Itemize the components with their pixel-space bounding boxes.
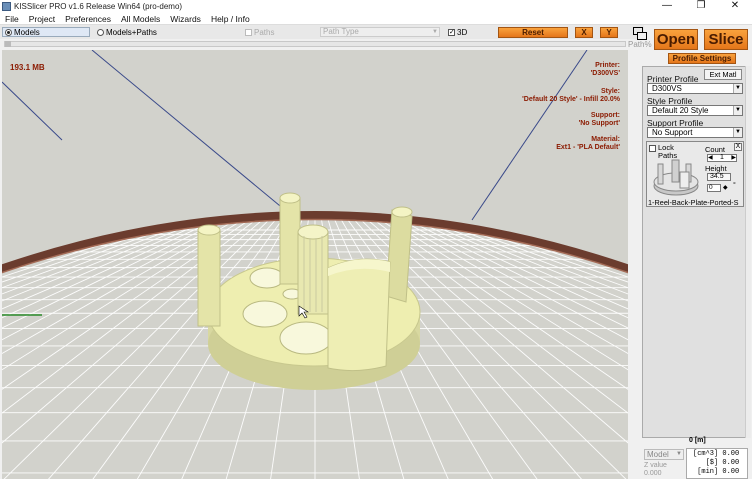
ext-matl-button[interactable]: Ext Matl (704, 69, 742, 80)
open-button[interactable]: Open (654, 29, 698, 50)
menu-help-info[interactable]: Help / Info (206, 14, 255, 24)
model-name: 1-Reel-Back-Plate-Ported-S (648, 198, 739, 207)
printer-profile-dropdown[interactable]: D300VS ▼ (647, 83, 743, 94)
decrement-icon[interactable]: ◀ (708, 155, 713, 161)
support-profile-dropdown[interactable]: No Support ▼ (647, 127, 743, 138)
z-value: 0.000 (644, 470, 662, 477)
model-dropdown-value: Model (647, 450, 669, 459)
style-profile-value: Default 20 Style (652, 106, 709, 115)
memory-readout: 193.1 MB (10, 63, 45, 72)
models-paths-radio[interactable]: Models+Paths (97, 27, 157, 37)
3d-scene (2, 50, 628, 479)
3d-viewport[interactable]: 193.1 MB Printer: 'D300VS' Style: 'Defau… (2, 50, 628, 479)
checkbox-icon (649, 145, 656, 152)
restore-button[interactable]: ❐ (684, 0, 718, 13)
menu-bar: File Project Preferences All Models Wiza… (0, 13, 752, 25)
printer-profile-value: D300VS (652, 84, 682, 93)
model-dropdown[interactable]: Model ▼ (644, 449, 684, 460)
rotation-spinner-icon[interactable]: ◆ (723, 184, 728, 191)
count-value: 1 (720, 154, 724, 161)
menu-file[interactable]: File (0, 14, 24, 24)
view-toolbar: Models Models+Paths Paths Path Type ▼ ✓ … (0, 25, 644, 39)
window-controls: — ❐ ✕ (650, 0, 752, 13)
style-header: Style: (600, 88, 620, 95)
reset-button[interactable]: Reset (498, 27, 568, 38)
increment-icon[interactable]: ▶ (731, 155, 736, 161)
z-value-display: Z value 0.000 (644, 462, 667, 478)
stat-volume: [cm^3] 0.00 (693, 450, 740, 458)
chevron-down-icon: ▼ (676, 451, 682, 457)
model-thumbnail[interactable] (650, 154, 702, 198)
panel-scrollbar[interactable] (745, 66, 751, 438)
slider-thumb[interactable] (5, 41, 11, 47)
menu-wizards[interactable]: Wizards (165, 14, 206, 24)
three-d-checkbox[interactable]: ✓ 3D (448, 27, 467, 37)
app-icon (2, 2, 11, 11)
window-layout-icon[interactable] (633, 27, 647, 41)
chevron-down-icon: ▼ (432, 29, 438, 35)
slice-stats: [cm^3] 0.00 [$] 0.00 [min] 0.00 (686, 448, 748, 479)
y-view-button[interactable]: Y (600, 27, 618, 38)
count-label: Count (705, 145, 726, 154)
profile-panel: Ext Matl Printer Profile D300VS ▼ Style … (642, 66, 746, 438)
printer-header: Printer: (595, 62, 620, 69)
checkbox-icon (245, 28, 252, 36)
stat-time: [min] 0.00 (693, 468, 740, 476)
three-d-label: 3D (457, 27, 468, 37)
x-view-button[interactable]: X (575, 27, 593, 38)
path-percent-slider[interactable] (4, 41, 626, 47)
models-paths-radio-label: Models+Paths (106, 27, 157, 37)
chevron-down-icon: ▼ (733, 84, 742, 93)
path-type-dropdown[interactable]: Path Type ▼ (320, 27, 440, 37)
material-value: Ext1 - 'PLA Default' (556, 144, 620, 151)
paths-checkbox[interactable]: Paths (245, 27, 274, 37)
material-header: Material: (591, 136, 620, 143)
height-label: Height (705, 164, 727, 173)
style-profile-dropdown[interactable]: Default 20 Style ▼ (647, 105, 743, 116)
radio-unselected-icon (97, 28, 104, 36)
window-title: KISSlicer PRO v1.6 Release Win64 (pro-de… (14, 2, 183, 11)
close-button[interactable]: ✕ (718, 0, 752, 13)
position-readout: 0 [m] (689, 437, 706, 444)
profile-settings-button[interactable]: Profile Settings (668, 53, 736, 64)
slice-button[interactable]: Slice (704, 29, 748, 50)
paths-checkbox-label: Paths (254, 27, 275, 37)
height-field[interactable]: 34.5 (707, 173, 731, 181)
checkbox-checked-icon: ✓ (448, 28, 455, 36)
title-bar: KISSlicer PRO v1.6 Release Win64 (pro-de… (0, 0, 752, 13)
support-profile-value: No Support (652, 128, 693, 137)
support-header: Support: (590, 112, 620, 119)
remove-model-button[interactable]: X (734, 143, 742, 151)
support-value: 'No Support' (578, 120, 620, 127)
degree-symbol: ° (733, 182, 736, 189)
menu-preferences[interactable]: Preferences (60, 14, 116, 24)
path-type-placeholder: Path Type (323, 27, 359, 36)
path-percent-label: Path% (628, 40, 652, 49)
style-value: 'Default 20 Style' - Infill 20.0% (522, 96, 620, 103)
radio-selected-icon (5, 28, 12, 36)
printer-value: 'D300VS' (590, 70, 620, 77)
z-value-label: Z value (644, 462, 667, 469)
count-stepper[interactable]: ◀ 1 ▶ (707, 154, 737, 162)
model-card[interactable]: Lock Paths X Count ◀ 1 ▶ Height 34.5 0 ◆… (646, 141, 744, 207)
chevron-down-icon: ▼ (733, 128, 742, 137)
rotation-field[interactable]: 0 (707, 184, 721, 192)
chevron-down-icon: ▼ (733, 106, 742, 115)
models-radio-label: Models (14, 27, 40, 37)
menu-all-models[interactable]: All Models (116, 14, 165, 24)
menu-project[interactable]: Project (24, 14, 60, 24)
stat-cost: [$] 0.00 (693, 459, 740, 467)
minimize-button[interactable]: — (650, 0, 684, 13)
models-radio[interactable]: Models (2, 27, 90, 37)
